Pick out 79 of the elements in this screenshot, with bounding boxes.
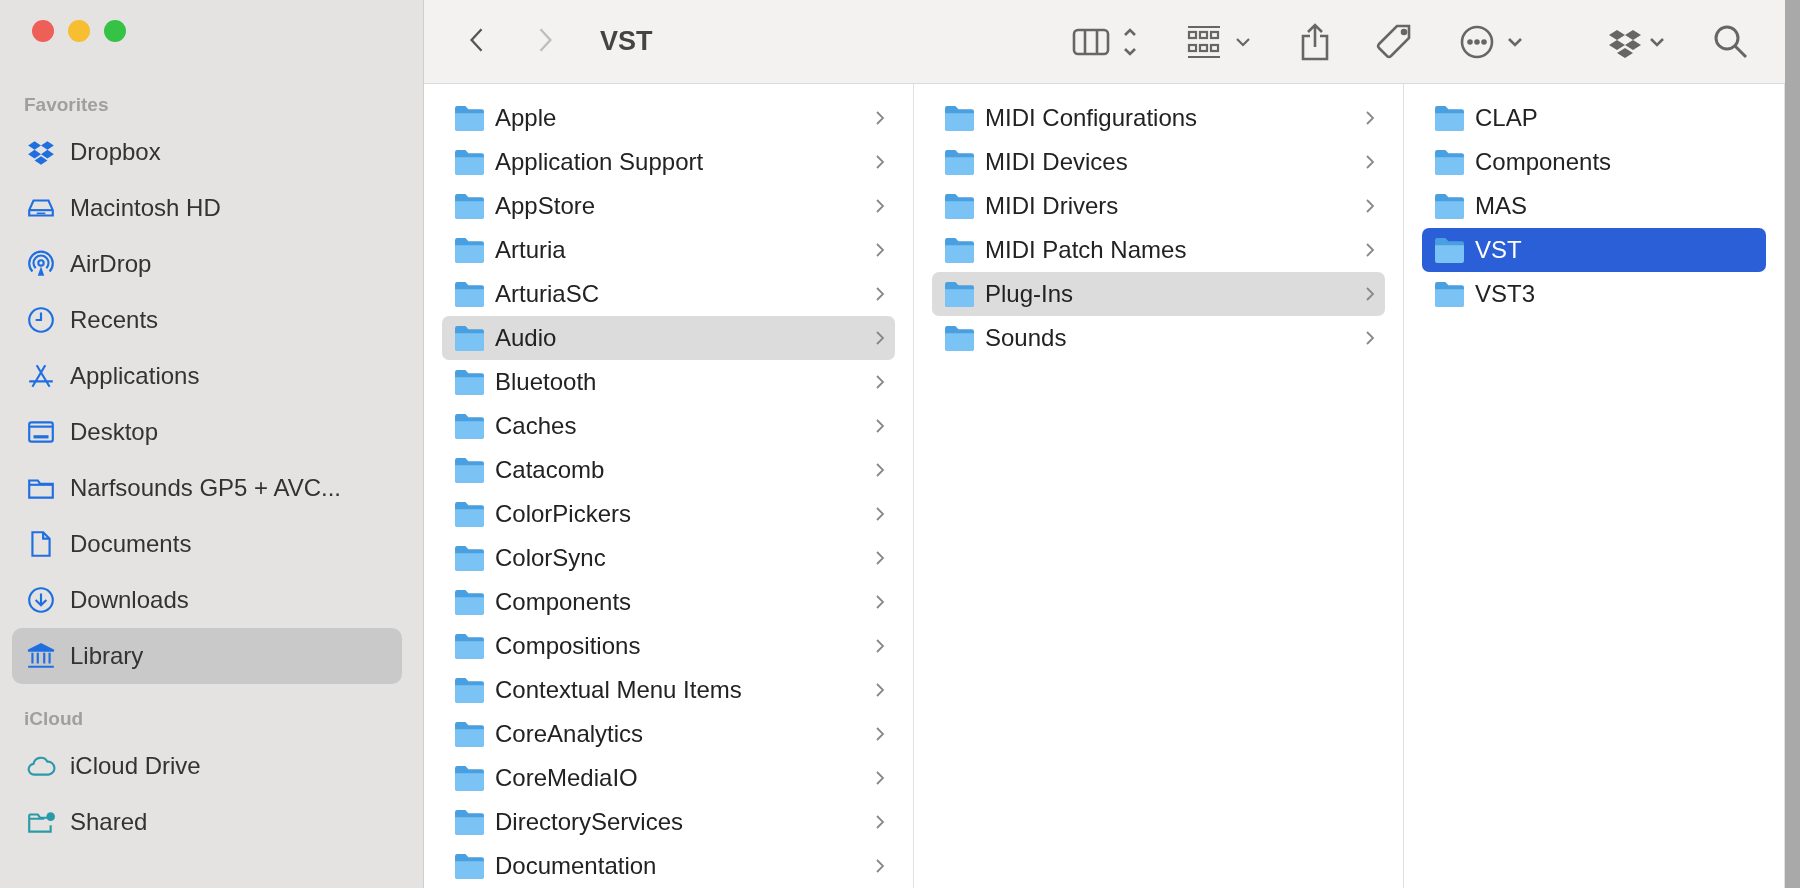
folder-row[interactable]: Sounds [932, 316, 1385, 360]
folder-icon [454, 324, 485, 352]
folder-icon [454, 808, 485, 836]
clock-icon [26, 305, 56, 335]
folder-icon [454, 500, 485, 528]
library-icon [26, 641, 56, 671]
sidebar-item[interactable]: Recents [12, 292, 402, 348]
folder-icon [454, 720, 485, 748]
folder-row[interactable]: Components [1422, 140, 1766, 184]
sidebar-item[interactable]: Narfsounds GP5 + AVC... [12, 460, 402, 516]
folder-icon [454, 544, 485, 572]
folder-icon [454, 104, 485, 132]
folder-row[interactable]: Caches [442, 404, 895, 448]
folder-row[interactable]: Apple [442, 96, 895, 140]
sidebar-item[interactable]: Applications [12, 348, 402, 404]
folder-row[interactable]: DirectoryServices [442, 800, 895, 844]
window-title: VST [600, 26, 653, 57]
sidebar-item[interactable]: Shared [12, 794, 402, 850]
download-icon [26, 585, 56, 615]
folder-icon [1434, 148, 1465, 176]
folder-icon [454, 676, 485, 704]
folder-icon [454, 412, 485, 440]
sidebar-section-title: iCloud [23, 707, 85, 731]
folder-icon [1434, 104, 1465, 132]
folder-row[interactable]: VST [1422, 228, 1766, 272]
folder-icon [454, 280, 485, 308]
folder-row[interactable]: Audio [442, 316, 895, 360]
folder-row[interactable]: MIDI Drivers [932, 184, 1385, 228]
folder-row[interactable]: ColorPickers [442, 492, 895, 536]
folder-row[interactable]: Documentation [442, 844, 895, 888]
close-button[interactable] [32, 20, 54, 42]
folder-icon [944, 192, 975, 220]
folder-icon [944, 324, 975, 352]
sidebar-item[interactable]: iCloud Drive [12, 738, 402, 794]
share-icon[interactable] [1299, 21, 1331, 62]
folder-row[interactable]: ColorSync [442, 536, 895, 580]
sidebar-item[interactable]: Desktop [12, 404, 402, 460]
sidebar-item[interactable]: Downloads [12, 572, 402, 628]
folder-row[interactable]: AppStore [442, 184, 895, 228]
sidebar-item[interactable]: Dropbox [12, 124, 402, 180]
folder-icon [454, 148, 485, 176]
folder-row[interactable]: CoreAnalytics [442, 712, 895, 756]
folder-icon [454, 368, 485, 396]
folder-row[interactable]: Compositions [442, 624, 895, 668]
sidebar-item[interactable]: AirDrop [12, 236, 402, 292]
folder-icon [454, 588, 485, 616]
folder-row[interactable]: Components [442, 580, 895, 624]
sidebar-item[interactable]: Documents [12, 516, 402, 572]
folder-row[interactable]: CLAP [1422, 96, 1766, 140]
folder-icon [1434, 236, 1465, 264]
folder-icon [454, 632, 485, 660]
folder-icon [944, 104, 975, 132]
folder-icon [1434, 280, 1465, 308]
folder-row[interactable]: Arturia [442, 228, 895, 272]
folder-row[interactable]: CoreMediaIO [442, 756, 895, 800]
folder-row[interactable]: Application Support [442, 140, 895, 184]
folder-row[interactable]: Plug-Ins [932, 272, 1385, 316]
airdrop-icon [26, 249, 56, 279]
folder-icon [1434, 192, 1465, 220]
folder-row[interactable]: MIDI Patch Names [932, 228, 1385, 272]
folder-row[interactable]: ArturiaSC [442, 272, 895, 316]
folder-icon [944, 148, 975, 176]
folder-row[interactable]: MIDI Configurations [932, 96, 1385, 140]
folder-icon [454, 236, 485, 264]
folder-icon [454, 764, 485, 792]
folder-icon [454, 192, 485, 220]
folder-row[interactable]: Catacomb [442, 448, 895, 492]
sidebar-item[interactable]: Macintosh HD [12, 180, 402, 236]
folder-icon [944, 280, 975, 308]
folder-row[interactable]: VST3 [1422, 272, 1766, 316]
folder-row[interactable]: Bluetooth [442, 360, 895, 404]
folder-icon [944, 236, 975, 264]
folder-row[interactable]: MAS [1422, 184, 1766, 228]
sidebar-item[interactable]: Library [12, 628, 402, 684]
folder-row[interactable]: Contextual Menu Items [442, 668, 895, 712]
folder-icon [454, 456, 485, 484]
folder-icon [454, 852, 485, 880]
folder-row[interactable]: MIDI Devices [932, 140, 1385, 184]
sidebar-section-title: Favorites [23, 93, 110, 117]
